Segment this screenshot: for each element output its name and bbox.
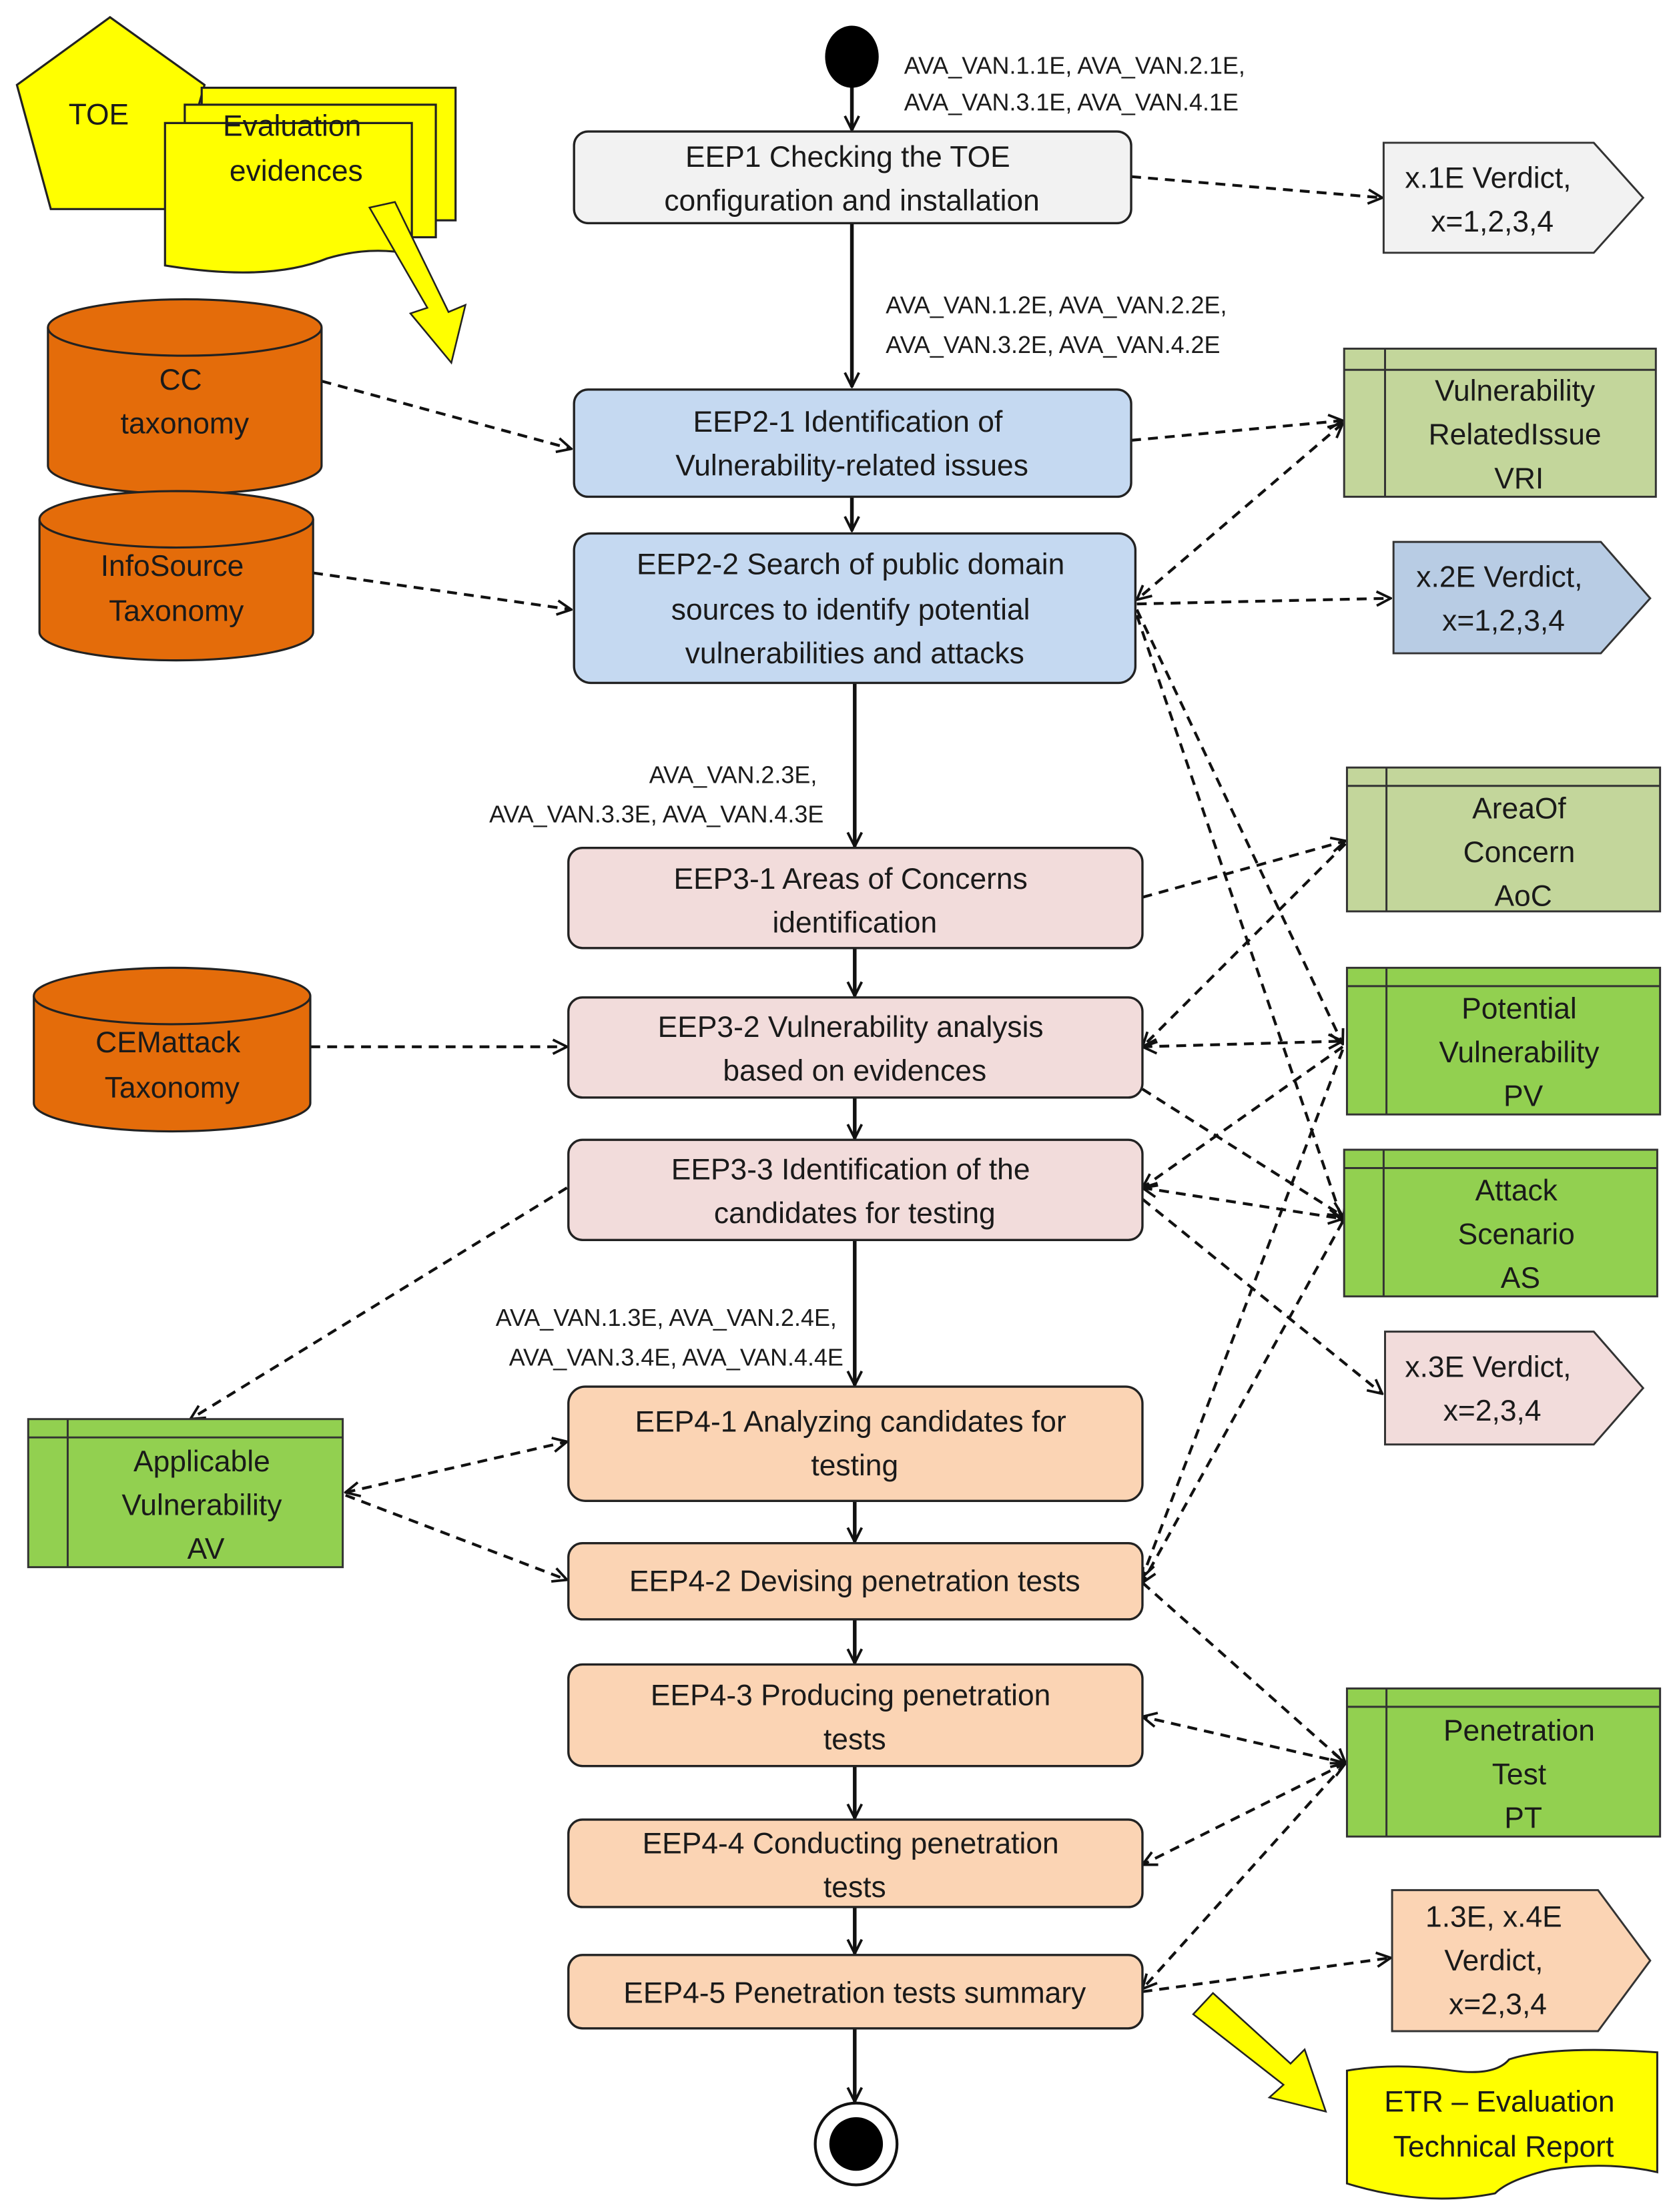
condition-3: AVA_VAN.2.3E, AVA_VAN.3.3E, AVA_VAN.4.3E: [489, 761, 823, 827]
flow-eep2-2-pv: [1135, 609, 1343, 1044]
flow-eep4-3-pt: [1142, 1717, 1345, 1764]
artifact-aoc[interactable]: AreaOf Concern AoC: [1345, 766, 1662, 912]
database-cemattack-taxonomy[interactable]: CEMattack Taxonomy: [33, 966, 312, 1133]
database-icon: [38, 490, 314, 549]
flow-av-eep4-2: [345, 1493, 567, 1580]
flow-eep4-2-pt: [1141, 1581, 1345, 1764]
flow-eep2-1-vri: [1130, 420, 1343, 442]
flow-vri-eep2-2: [1137, 424, 1343, 600]
condition-4: AVA_VAN.1.3E, AVA_VAN.2.4E, AVA_VAN.3.4E…: [496, 1304, 844, 1371]
activity-eep3-2[interactable]: EEP3-2 Vulnerability analysis based on e…: [567, 996, 1144, 1099]
condition-1: AVA_VAN.1.1E, AVA_VAN.2.1E, AVA_VAN.3.1E…: [904, 51, 1252, 115]
flow-aoc-eep3-2: [1142, 842, 1347, 1046]
flow-av-eep4-1: [346, 1442, 567, 1493]
verdict-v1[interactable]: x.1E Verdict, x=1,2,3,4: [1382, 141, 1645, 254]
activity-eep3-1[interactable]: EEP3-1 Areas of Concerns identification: [567, 847, 1144, 950]
document-stack-icon: [163, 121, 413, 274]
vulnerability-analysis-activity-diagram: TOE Evaluation evidences AVA_VAN.1.1E, A…: [15, 15, 1662, 2200]
svg-text:EEP2-2 Search of public domain: EEP2-2 Search of public domain sources t…: [637, 548, 1073, 670]
flow-pv-eep4-2: [1142, 1049, 1345, 1577]
end-node: [813, 2101, 899, 2187]
database-icon: [33, 966, 312, 1026]
activity-eep4-2[interactable]: EEP4-2 Devising penetration tests: [567, 1542, 1144, 1621]
verdict-v3[interactable]: x.3E Verdict, x=2,3,4: [1384, 1331, 1645, 1446]
activity-eep2-1[interactable]: EEP2-1 Identification of Vulnerability-r…: [573, 388, 1132, 498]
artifact-vri[interactable]: Vulnerability RelatedIssue VRI: [1343, 348, 1657, 498]
verdict-v2[interactable]: x.2E Verdict, x=1,2,3,4: [1392, 540, 1652, 655]
activity-eep1[interactable]: EEP1 Checking the TOE configuration and …: [573, 130, 1132, 225]
flow-eep3-2-pv: [1142, 1041, 1343, 1046]
artifact-pt[interactable]: Penetration Test PT: [1345, 1687, 1662, 1838]
toe-label: TOE: [69, 98, 129, 131]
svg-text:EEP4-2 Devising penetration te: EEP4-2 Devising penetration tests: [629, 1565, 1080, 1598]
flow-pt-eep4-5: [1142, 1762, 1347, 1988]
artifact-pv[interactable]: Potential Vulnerability PV: [1345, 966, 1662, 1116]
flow-eep3-2-as: [1141, 1088, 1343, 1216]
database-icon: [47, 298, 323, 357]
activity-eep4-3[interactable]: EEP4-3 Producing penetration tests: [567, 1663, 1144, 1768]
activity-eep4-4[interactable]: EEP4-4 Conducting penetration tests: [567, 1818, 1144, 1908]
flow-eep1-v1: [1130, 175, 1382, 198]
etr-output-document[interactable]: ETR – Evaluation Technical Report: [1345, 2049, 1658, 2200]
flow-cc-eep2-1: [321, 380, 571, 448]
flow-eep3-1-aoc: [1142, 841, 1345, 899]
activity-eep4-1[interactable]: EEP4-1 Analyzing candidates for testing: [567, 1385, 1144, 1502]
database-infosource-taxonomy[interactable]: InfoSource Taxonomy: [38, 490, 314, 662]
activity-eep2-2[interactable]: EEP2-2 Search of public domain sources t…: [573, 532, 1137, 685]
flow-eep4-4-pt: [1142, 1763, 1345, 1864]
start-node: [825, 25, 879, 88]
svg-text:EEP4-5 Penetration tests summa: EEP4-5 Penetration tests summary: [623, 1977, 1086, 2010]
output-arrow-icon: [1192, 1992, 1327, 2113]
flow-eep4-5-v4: [1142, 1958, 1391, 1993]
artifact-as[interactable]: Attack Scenario AS: [1343, 1148, 1658, 1298]
verdict-v4[interactable]: 1.3E, x.4E Verdict, x=2,3,4: [1391, 1889, 1652, 2033]
artifact-av[interactable]: Applicable Vulnerability AV: [27, 1418, 344, 1569]
flow-eep2-2-v2: [1136, 599, 1391, 604]
flow-as-eep4-2: [1142, 1220, 1344, 1583]
flow-infosource-eep2-2: [312, 571, 571, 610]
activity-eep4-5[interactable]: EEP4-5 Penetration tests summary: [567, 1954, 1144, 2030]
activity-eep3-3[interactable]: EEP3-3 Identification of the candidates …: [567, 1138, 1144, 1241]
database-cc-taxonomy[interactable]: CC taxonomy: [47, 298, 323, 495]
flow-eep3-3-as: [1142, 1188, 1343, 1218]
condition-2: AVA_VAN.1.2E, AVA_VAN.2.2E, AVA_VAN.3.2E…: [886, 292, 1233, 358]
flow-pv-eep3-3: [1142, 1046, 1344, 1188]
